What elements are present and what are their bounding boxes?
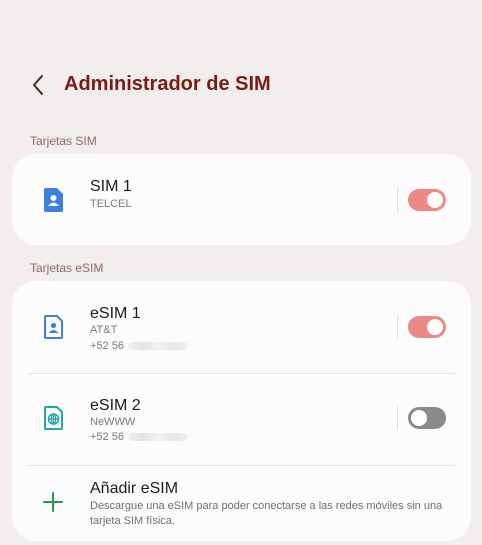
toggle-knob [427,319,443,335]
sim1-carrier: TELCEL [90,198,132,210]
add-esim-title: Añadir eSIM [90,480,179,497]
esim1-number-prefix: +52 56 [90,340,124,352]
toggle-knob [411,410,427,426]
esim2-carrier: NeWWW [90,416,136,428]
redacted-number [127,433,188,442]
row-divider [397,315,398,339]
header: Administrador de SIM [0,60,482,112]
esim2-title: eSIM 2 [90,397,141,414]
sim1-row[interactable]: SIM 1 TELCEL [12,154,471,245]
esim1-number: +52 56 [90,340,188,352]
row-divider [397,406,398,430]
esim2-number: +52 56 [90,431,188,443]
sim1-title: SIM 1 [90,178,132,195]
sim-card-icon [44,188,63,212]
row-divider [397,188,398,212]
add-esim-row[interactable]: Añadir eSIM Descargue una eSIM para pode… [12,466,471,541]
esim2-row[interactable]: eSIM 2 NeWWW +52 56 [12,374,471,465]
toggle-knob [427,192,443,208]
add-esim-description: Descargue una eSIM para poder conectarse… [90,500,443,527]
chevron-left-icon [33,75,43,95]
esim1-toggle[interactable] [408,316,446,338]
esim-card-icon [44,315,63,339]
sim1-toggle[interactable] [408,189,446,211]
esim2-number-prefix: +52 56 [90,431,124,443]
esim1-title: eSIM 1 [90,305,141,322]
section-label-sim: Tarjetas SIM [30,134,97,148]
page-title: Administrador de SIM [64,73,271,95]
back-button[interactable] [24,70,52,100]
esim1-carrier: AT&T [90,324,118,336]
esim1-row[interactable]: eSIM 1 AT&T +52 56 [12,281,471,373]
esim-globe-icon [44,406,63,430]
redacted-number [127,342,188,351]
esim-card-list: eSIM 1 AT&T +52 56 eSIM 2 NeWWW +52 56 A… [12,281,471,541]
section-label-esim: Tarjetas eSIM [30,261,104,275]
esim2-toggle[interactable] [408,407,446,429]
plus-icon [43,492,63,512]
sim-card-list: SIM 1 TELCEL [12,154,471,245]
